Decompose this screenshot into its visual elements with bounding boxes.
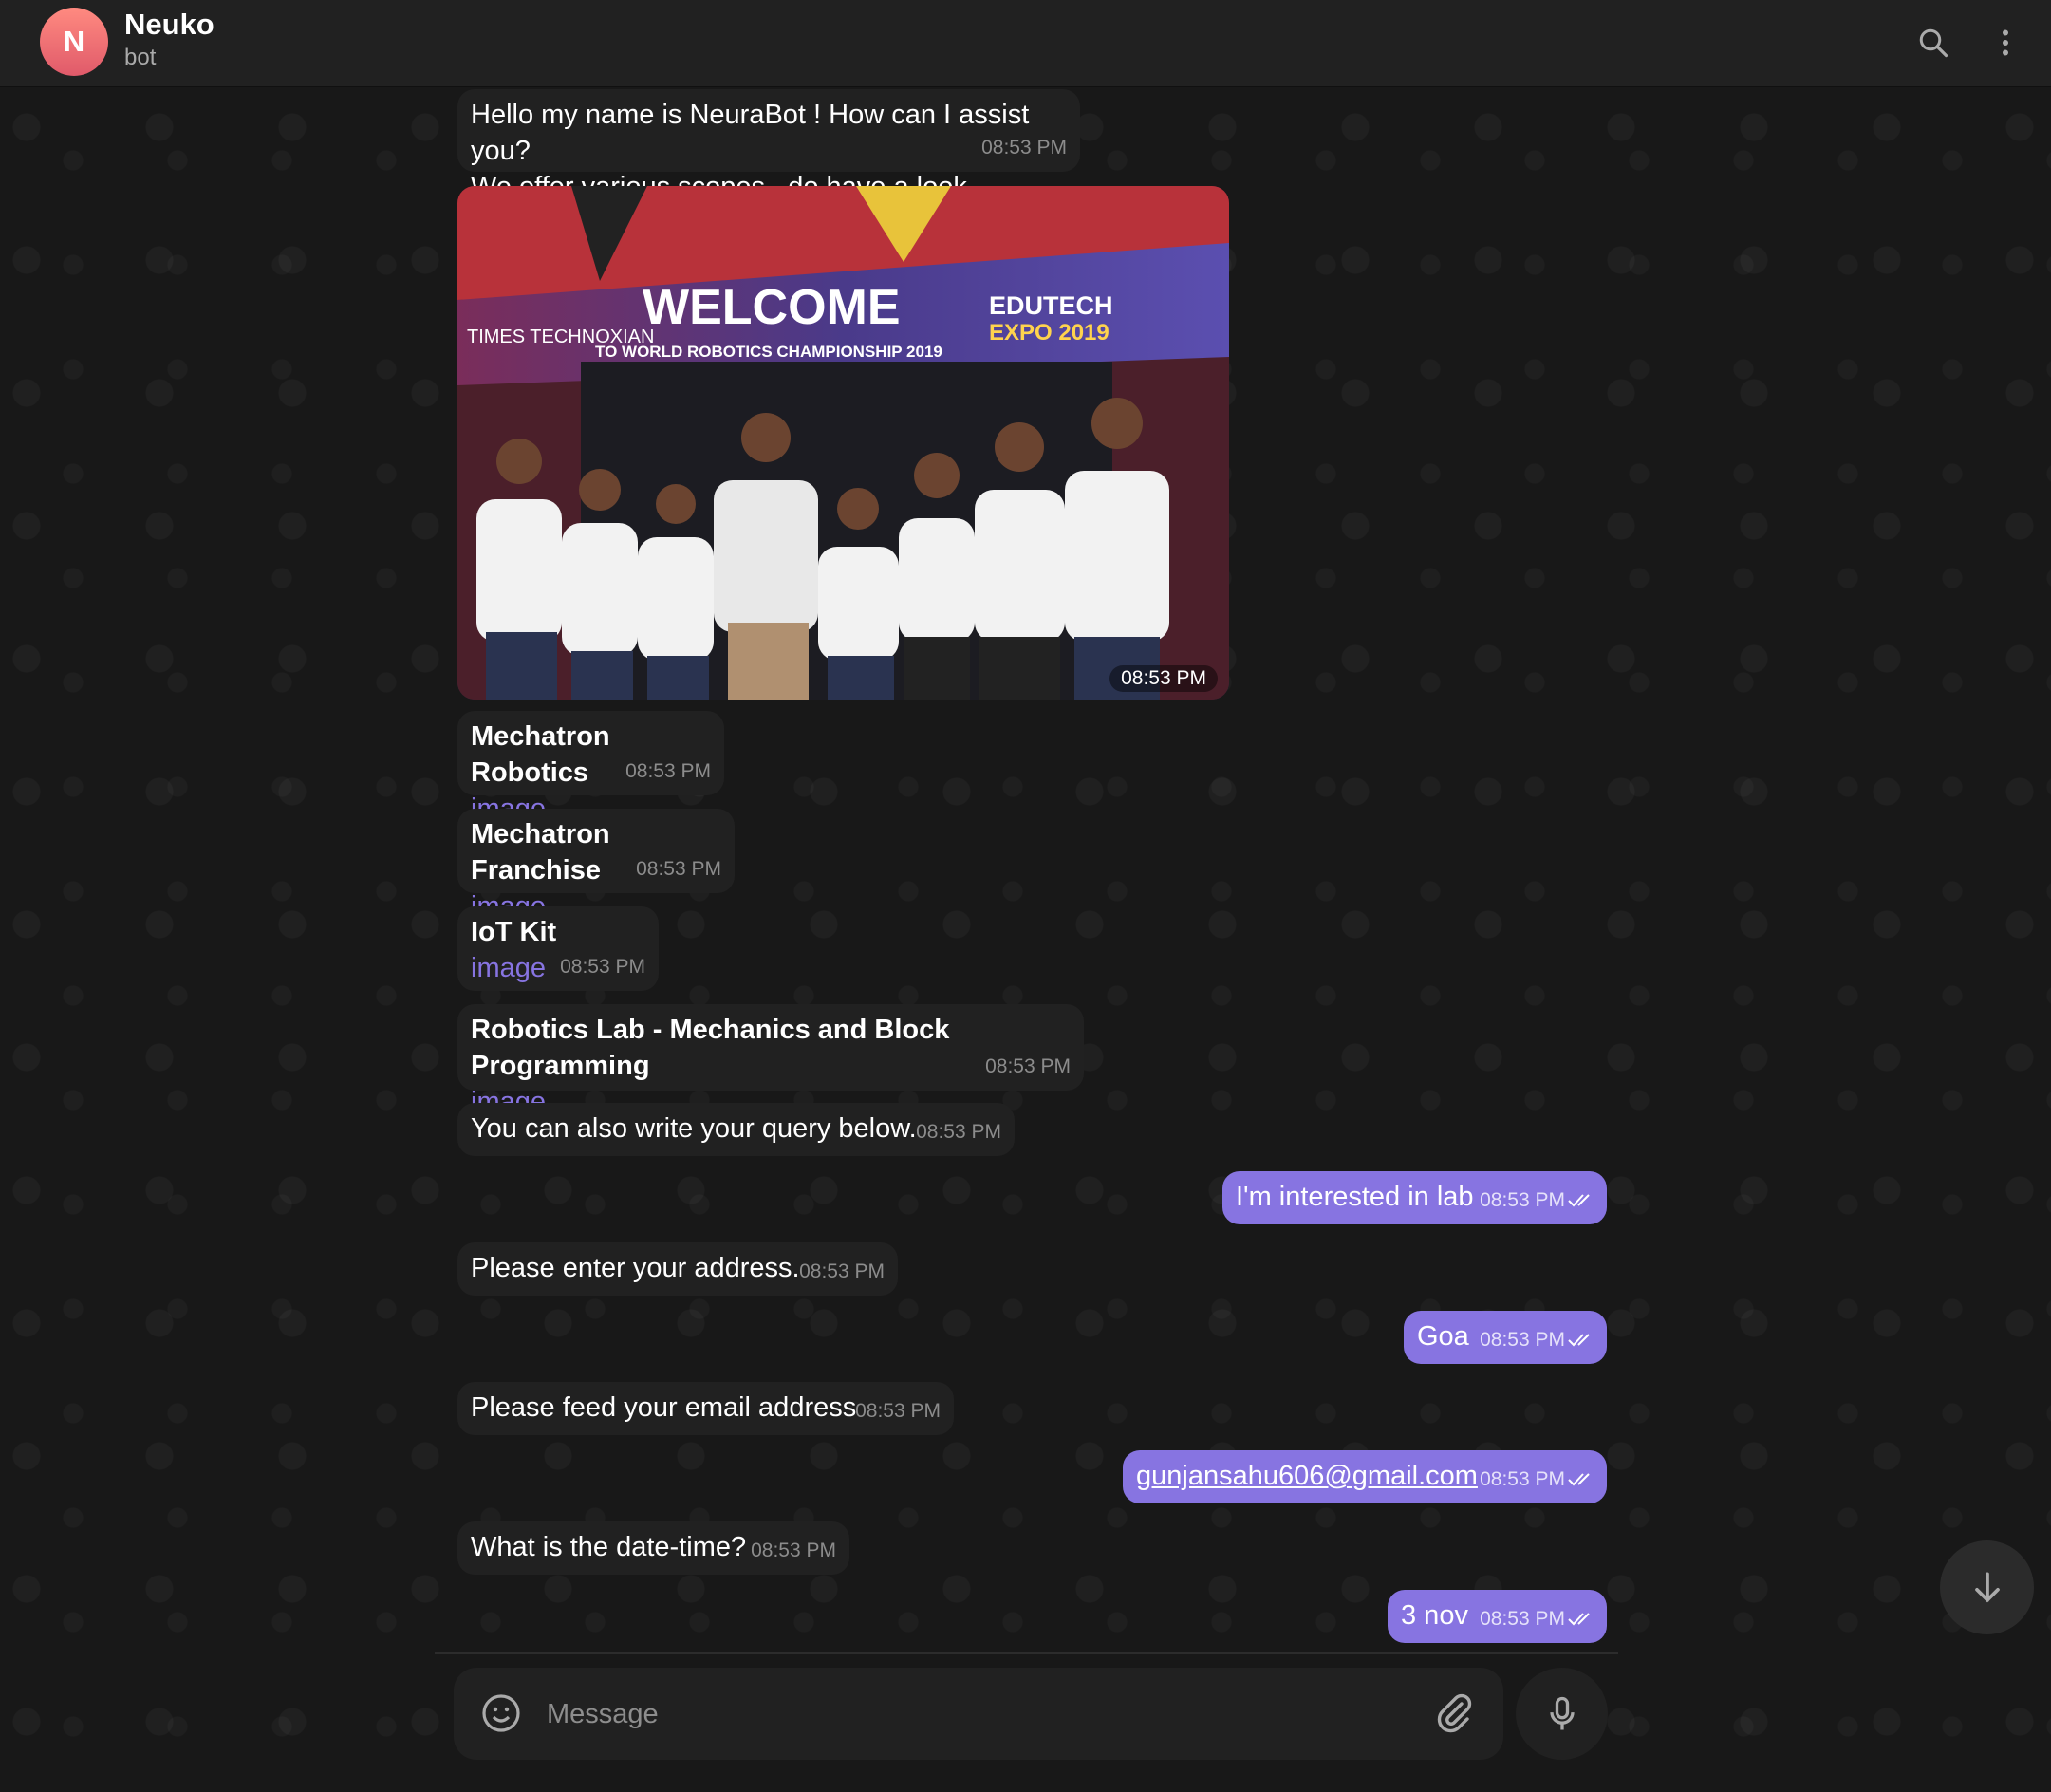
message-query-prompt[interactable]: You can also write your query below. 08:… — [457, 1103, 1015, 1156]
chat-title[interactable]: Neuko — [124, 8, 214, 42]
message-outgoing[interactable]: gunjansahu606@gmail.com 08:53 PM — [1123, 1450, 1607, 1503]
message-text: You can also write your query below. — [471, 1113, 917, 1144]
message-time: 08:53 PM — [625, 760, 711, 782]
banner-right-text: EXPO 2019 — [989, 320, 1109, 345]
message-text: Please enter your address. — [471, 1253, 800, 1283]
double-check-icon — [1568, 1613, 1590, 1626]
message-time: 08:53 PM — [799, 1260, 885, 1282]
arrow-down-icon — [1974, 1572, 2000, 1602]
message-time: 08:53 PM — [636, 858, 721, 880]
message-time: 08:53 PM — [985, 1055, 1071, 1077]
chat-status: bot — [124, 45, 157, 70]
banner-right-text: EDUTECH — [989, 291, 1113, 320]
message-text: Hello my name is NeuraBot ! How can I as… — [471, 100, 1030, 166]
email-link[interactable]: gunjansahu606@gmail.com — [1136, 1461, 1478, 1491]
avatar[interactable]: N — [40, 8, 108, 76]
event-photo: WELCOME TO WORLD ROBOTICS CHAMPIONSHIP 2… — [457, 186, 1229, 700]
message-time: 08:53 PM — [1480, 1322, 1595, 1358]
composer-divider — [435, 1652, 1618, 1654]
message-welcome[interactable]: Hello my name is NeuraBot ! How can I as… — [457, 89, 1080, 202]
message-option[interactable]: Robotics Lab - Mechanics and Block Progr… — [457, 1004, 1084, 1117]
message-time: 08:53 PM — [916, 1121, 1001, 1143]
message-text: Goa — [1417, 1321, 1469, 1352]
message-text: What is the date-time? — [471, 1532, 747, 1562]
banner-welcome-text: WELCOME — [643, 280, 901, 335]
option-title: Robotics Lab - Mechanics and Block Progr… — [471, 1015, 950, 1081]
double-check-icon — [1568, 1473, 1590, 1486]
scroll-down-button[interactable] — [1940, 1540, 2034, 1634]
message-outgoing[interactable]: Goa 08:53 PM — [1404, 1311, 1607, 1364]
message-time: 08:53 PM — [560, 956, 645, 978]
message-option[interactable]: Mechatron Franchise image 08:53 PM — [457, 809, 735, 922]
message-option[interactable]: Mechatron Robotics image 08:53 PM — [457, 711, 724, 824]
microphone-icon — [1549, 1696, 1575, 1729]
option-title: IoT Kit — [471, 917, 557, 947]
message-text: 3 nov — [1401, 1600, 1468, 1631]
message-time: 08:53 PM — [751, 1540, 836, 1561]
message-time: 08:53 PM — [981, 137, 1067, 159]
banner-left-text: TIMES TECHNOXIAN — [467, 327, 654, 347]
message-email-prompt[interactable]: Please feed your email address 08:53 PM — [457, 1382, 954, 1435]
attach-icon[interactable] — [1431, 1690, 1477, 1736]
message-time: 08:53 PM — [1480, 1183, 1595, 1219]
voice-record-button[interactable] — [1516, 1668, 1608, 1760]
message-outgoing[interactable]: I'm interested in lab 08:53 PM — [1222, 1171, 1607, 1224]
message-date-prompt[interactable]: What is the date-time? 08:53 PM — [457, 1521, 849, 1575]
message-outgoing[interactable]: 3 nov 08:53 PM — [1388, 1590, 1607, 1643]
message-time: 08:53 PM — [1109, 665, 1218, 692]
emoji-icon[interactable] — [478, 1690, 524, 1736]
message-option[interactable]: IoT Kit image 08:53 PM — [457, 906, 659, 991]
message-composer — [454, 1668, 1503, 1760]
message-time: 08:53 PM — [855, 1400, 941, 1422]
search-icon[interactable] — [1911, 21, 1955, 65]
photo-message[interactable]: WELCOME TO WORLD ROBOTICS CHAMPIONSHIP 2… — [457, 186, 1229, 700]
message-time: 08:53 PM — [1480, 1462, 1595, 1498]
message-text: Please feed your email address — [471, 1392, 857, 1423]
more-options-icon[interactable] — [1984, 21, 2027, 65]
double-check-icon — [1568, 1334, 1590, 1347]
message-time: 08:53 PM — [1480, 1601, 1595, 1637]
message-text: I'm interested in lab — [1236, 1182, 1474, 1212]
message-input[interactable] — [545, 1690, 1403, 1738]
double-check-icon — [1568, 1194, 1590, 1207]
chat-header: N Neuko bot — [0, 0, 2051, 87]
message-address-prompt[interactable]: Please enter your address. 08:53 PM — [457, 1242, 898, 1296]
